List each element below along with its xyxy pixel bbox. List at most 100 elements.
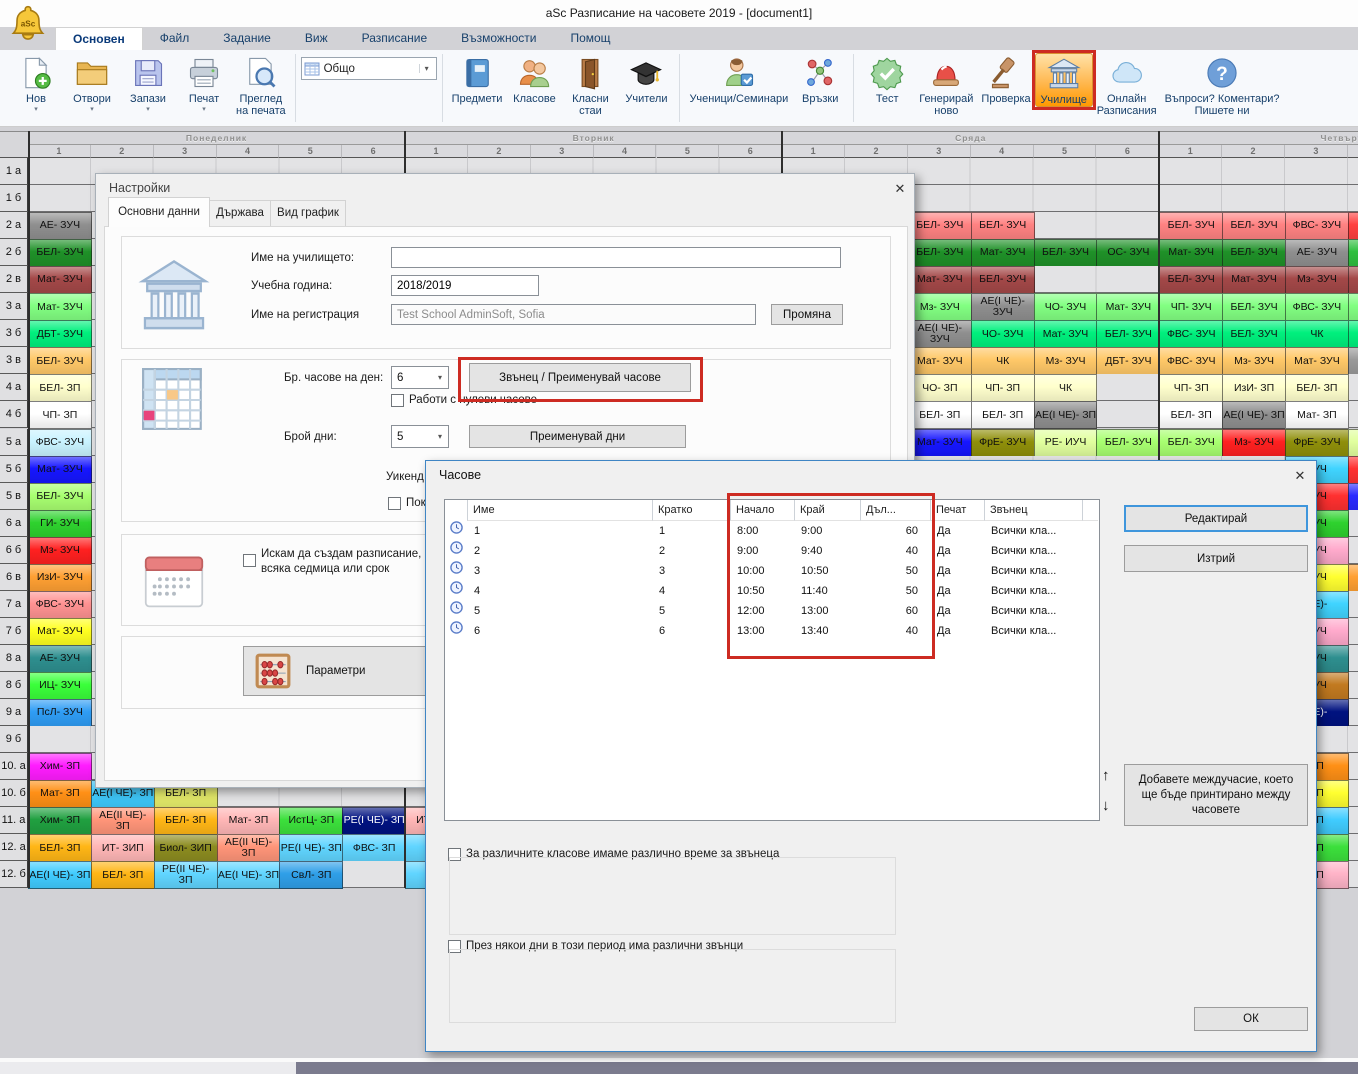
timetable-cell[interactable]: Мат- ЗУЧ	[28, 293, 92, 321]
ribbon-button-save[interactable]: Запази▾	[120, 53, 176, 113]
timetable-cell[interactable]: БЕЛ- ЗП	[1159, 401, 1223, 429]
timetable-cell[interactable]: БЕЛ- ЗУЧ	[971, 212, 1035, 240]
move-up-icon[interactable]: ↑	[1102, 767, 1110, 784]
timetable-cell[interactable]	[1348, 347, 1358, 375]
timetable-cell[interactable]: ФВС- ЗП	[342, 834, 406, 862]
hours-cell[interactable]: 4	[652, 581, 730, 601]
timetable-cell[interactable]: АЕ- ЗУЧ	[28, 645, 92, 673]
timetable-cell[interactable]: АЕ(I ЧЕ)- ЗУЧ	[908, 320, 972, 348]
hours-cell[interactable]: 1	[652, 521, 730, 541]
timetable-cell[interactable]: ФВС- ЗУЧ	[28, 429, 92, 457]
timetable-cell[interactable]: РЕ(I ЧЕ)- ЗП	[279, 834, 343, 862]
zero-periods-checkbox[interactable]	[391, 394, 404, 407]
hours-column-header[interactable]: Дъл...	[860, 500, 930, 521]
timetable-cell[interactable]: ФВС- ЗУЧ	[1159, 320, 1223, 348]
school-year-input[interactable]	[391, 275, 539, 296]
timetable-cell[interactable]: Мат- ЗУЧ	[908, 429, 972, 457]
ribbon-button-questions-comments[interactable]: ?Въпроси? Коментари?Пишете ни	[1161, 53, 1284, 117]
timetable-cell[interactable]: БЕЛ- ЗУЧ	[28, 347, 92, 375]
timetable-cell[interactable]: Мат- ЗУЧ	[908, 266, 972, 294]
timetable-cell[interactable]: ПсЛ- ЗУЧ	[28, 699, 92, 727]
dropdown-arrow-icon[interactable]: ▾	[90, 106, 94, 113]
ribbon-tab-Възможности[interactable]: Възможности	[444, 27, 553, 50]
timetable-cell[interactable]: Хим- ЗП	[28, 807, 92, 835]
hours-cell[interactable]: 6	[652, 621, 730, 641]
timetable-cell[interactable]	[1348, 564, 1358, 592]
timetable-cell[interactable]: ЧП- ЗП	[28, 401, 92, 429]
hours-cell[interactable]: Да	[930, 601, 984, 621]
app-bell-icon[interactable]: aSc	[7, 2, 49, 48]
hours-cell[interactable]: Всички кла...	[984, 621, 1082, 641]
timetable-cell[interactable]: АЕ(II ЧЕ)- ЗП	[91, 807, 155, 835]
timetable-cell[interactable]: РЕ- ИУЧ	[1034, 429, 1098, 457]
horizontal-scrollbar-thumb[interactable]	[296, 1062, 1358, 1074]
timetable-cell[interactable]: БЕЛ- ЗУЧ	[908, 212, 972, 240]
tab-country[interactable]: Държава	[208, 200, 272, 227]
hours-cell[interactable]: Да	[930, 561, 984, 581]
hours-cell[interactable]: 10:50	[730, 581, 794, 601]
timetable-cell[interactable]: Мат- ЗУЧ	[28, 456, 92, 484]
timetable-cell[interactable]	[1348, 266, 1358, 294]
timetable-cell[interactable]: Мат- ЗП	[1285, 401, 1349, 429]
timetable-cell[interactable]: Мат- ЗУЧ	[1159, 239, 1223, 267]
timetable-cell[interactable]: АЕ(I ЧЕ)- ЗП	[28, 861, 92, 889]
dropdown-arrow-icon[interactable]: ▾	[202, 106, 206, 113]
timetable-cell[interactable]: Мз- ЗУЧ	[1034, 347, 1098, 375]
timetable-cell[interactable]: Мат- ЗУЧ	[28, 618, 92, 646]
edit-button[interactable]: Редактирай	[1124, 505, 1308, 532]
timetable-cell[interactable]: Мат- ЗУЧ	[1285, 347, 1349, 375]
timetable-cell[interactable]: ФВС- ЗУЧ	[1285, 212, 1349, 240]
hours-cell[interactable]: 8:00	[730, 521, 794, 541]
timetable-cell[interactable]: АЕ(II ЧЕ)- ЗП	[217, 834, 281, 862]
timetable-cell[interactable]: Мат- ЗУЧ	[971, 239, 1035, 267]
timetable-cell[interactable]: Мз- ЗУЧ	[1285, 266, 1349, 294]
ribbon-button-classes[interactable]: Класове	[506, 53, 562, 105]
hours-cell[interactable]: 4	[467, 581, 652, 601]
timetable-cell[interactable]: БЕЛ- ЗУЧ	[1034, 239, 1098, 267]
timetable-cell[interactable]	[1348, 320, 1358, 348]
ribbon-tab-Задание[interactable]: Задание	[206, 27, 288, 50]
change-button[interactable]: Промяна	[771, 304, 843, 325]
ribbon-button-online-timetables[interactable]: ОнлайнРазписания	[1093, 53, 1161, 117]
timetable-cell[interactable]: ЧО- ЗУЧ	[1034, 293, 1098, 321]
timetable-cell[interactable]: БЕЛ- ЗУЧ	[1222, 239, 1286, 267]
timetable-cell[interactable]: ГИ- ЗУЧ	[28, 510, 92, 538]
periods-per-day-select[interactable]: 6 ▾	[391, 366, 449, 389]
hours-cell[interactable]: Всички кла...	[984, 541, 1082, 561]
timetable-cell[interactable]: БЕЛ- ЗП	[91, 861, 155, 889]
timetable-cell[interactable]: ЧП- ЗУЧ	[1159, 293, 1223, 321]
hours-cell[interactable]: 2	[467, 541, 652, 561]
timetable-cell[interactable]: Мз- ЗУЧ	[1222, 429, 1286, 457]
timetable-cell[interactable]: Мат- ЗУЧ	[1096, 293, 1160, 321]
timetable-cell[interactable]: БЕЛ- ЗУЧ	[1096, 320, 1160, 348]
hours-cell[interactable]: Всички кла...	[984, 601, 1082, 621]
ribbon-button-test[interactable]: Тест	[859, 53, 915, 105]
hours-cell[interactable]: 13:40	[794, 621, 860, 641]
hours-cell[interactable]: 50	[860, 581, 930, 601]
parameters-button[interactable]: Параметри	[243, 646, 434, 696]
timetable-cell[interactable]: Мат- ЗУЧ	[1034, 320, 1098, 348]
hours-cell[interactable]: Да	[930, 621, 984, 641]
ribbon-tab-Разписание[interactable]: Разписание	[345, 27, 445, 50]
hours-cell[interactable]: Всички кла...	[984, 521, 1082, 541]
timetable-cell[interactable]: БЕЛ- ЗП	[28, 374, 92, 402]
timetable-cell[interactable]: БЕЛ- ЗУЧ	[1159, 429, 1223, 457]
hours-cell[interactable]: Всички кла...	[984, 581, 1082, 601]
dropdown-arrow-icon[interactable]: ▾	[146, 106, 150, 113]
hours-cell[interactable]: 3	[467, 561, 652, 581]
timetable-cell[interactable]: БЕЛ- ЗП	[908, 401, 972, 429]
timetable-cell[interactable]: ИзИ- ЗП	[1222, 374, 1286, 402]
timetable-cell[interactable]: АЕ(I ЧЕ)- ЗП	[1222, 401, 1286, 429]
hours-cell[interactable]: Да	[930, 541, 984, 561]
add-break-button[interactable]: Добавете междучасие, което ще бъде принт…	[1124, 764, 1308, 826]
hours-cell[interactable]: Всички кла...	[984, 561, 1082, 581]
timetable-cell[interactable]: АЕ(I ЧЕ)- ЗП	[217, 861, 281, 889]
timetable-cell[interactable]: БЕЛ- ЗУЧ	[1159, 266, 1223, 294]
tab-main-data[interactable]: Основни данни	[108, 197, 210, 227]
ok-button[interactable]: ОК	[1194, 1007, 1308, 1031]
timetable-cell[interactable]: БЕЛ- ЗП	[971, 401, 1035, 429]
show-checkbox[interactable]	[388, 497, 401, 510]
timetable-cell[interactable]: РЕ(I ЧЕ)- ЗП	[342, 807, 406, 835]
timetable-cell[interactable]: Мз- ЗУЧ	[908, 293, 972, 321]
timetable-cell[interactable]: БЕЛ- ЗУЧ	[1222, 212, 1286, 240]
